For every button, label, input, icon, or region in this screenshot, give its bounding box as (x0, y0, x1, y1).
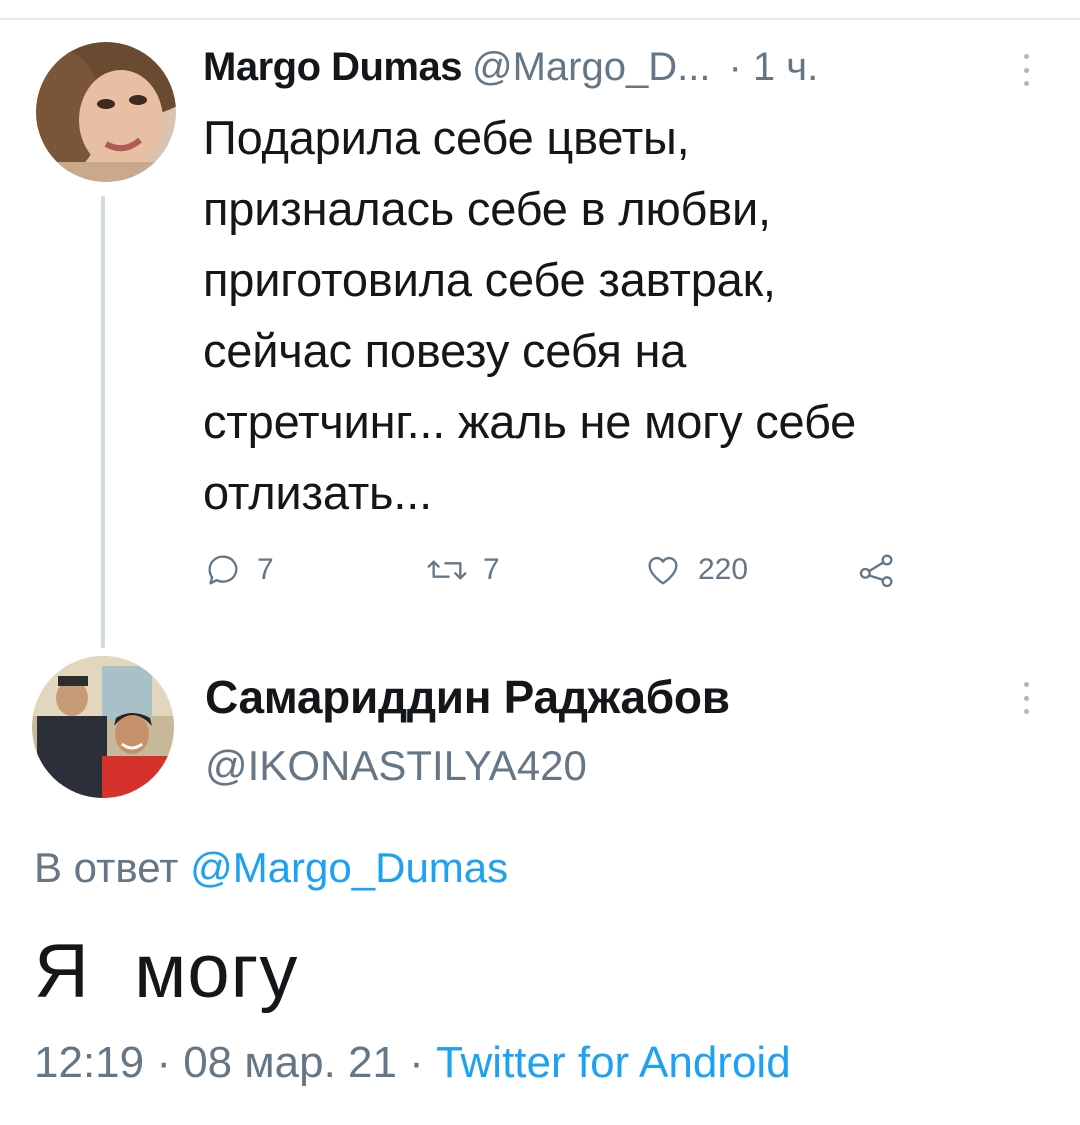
reply-author-name[interactable]: Самариддин Раджабов (205, 670, 730, 724)
reply-button[interactable]: 7 (203, 550, 274, 590)
top-divider (0, 18, 1080, 20)
tweet-text: Подарила себе цветы, призналась себе в л… (203, 111, 857, 519)
tweet-actions: 7 7 220 (0, 550, 1080, 600)
reply-author-avatar[interactable] (32, 656, 174, 798)
comment-icon (203, 550, 243, 590)
more-vertical-icon[interactable] (1020, 50, 1032, 90)
heart-icon (642, 550, 684, 590)
author-handle[interactable]: @Margo_D... (472, 42, 710, 92)
author-avatar[interactable] (36, 42, 176, 182)
author-name[interactable]: Margo Dumas (203, 42, 463, 92)
tweet-time[interactable]: · 1 ч. (728, 42, 818, 92)
reply-text: Я могу (34, 929, 299, 1014)
reply-context: В ответ @Margo_Dumas (34, 844, 508, 892)
like-button[interactable]: 220 (642, 550, 748, 590)
tweet-meta: 12:19 · 08 мар. 21 · Twitter for Android (34, 1038, 791, 1088)
share-button[interactable] (855, 550, 899, 590)
retweet-button[interactable]: 7 (425, 550, 500, 590)
reply-count: 7 (257, 553, 274, 586)
more-vertical-icon[interactable] (1020, 678, 1032, 718)
reply-author-handle[interactable]: @IKONASTILYA420 (205, 742, 587, 790)
tweet-source-link[interactable]: Twitter for Android (436, 1038, 791, 1087)
reply-mention-link[interactable]: @Margo_Dumas (190, 844, 508, 891)
tweet-header: Margo Dumas @Margo_D... · 1 ч. (203, 42, 818, 92)
share-icon (855, 550, 899, 590)
like-count: 220 (698, 553, 749, 586)
retweet-count: 7 (483, 553, 500, 586)
reply-prefix: В ответ (34, 844, 179, 891)
retweet-icon (425, 550, 469, 590)
tweet-timestamp[interactable]: 12:19 · 08 мар. 21 · (34, 1038, 436, 1087)
